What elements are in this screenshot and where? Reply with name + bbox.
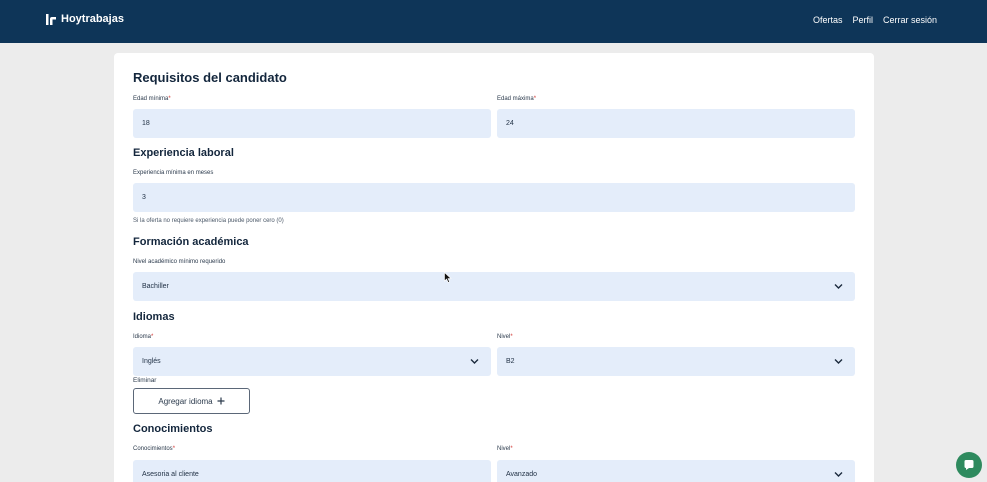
required-mark: * [172, 446, 176, 452]
section-title-idiomas: Idiomas [133, 311, 175, 323]
knowledge-level-label: Nivel* [497, 446, 513, 452]
section-title-experiencia: Experiencia laboral [133, 147, 234, 159]
chevron-down-icon [470, 359, 479, 364]
language-select[interactable]: Inglés [133, 347, 491, 376]
required-mark: * [510, 334, 513, 340]
language-level-value: B2 [506, 358, 515, 365]
education-value: Bachiller [142, 283, 169, 290]
required-mark: * [533, 96, 537, 102]
age-max-input[interactable]: 24 [497, 109, 855, 138]
age-min-value: 18 [142, 120, 150, 127]
chat-button[interactable] [956, 452, 982, 478]
nav-ofertas[interactable]: Ofertas [813, 15, 843, 25]
language-level-select[interactable]: B2 [497, 347, 855, 376]
knowledge-level-select[interactable]: Avanzado [497, 460, 855, 482]
section-title-formacion: Formación académica [133, 236, 249, 248]
add-language-label: Agregar idioma [158, 396, 213, 406]
education-label: Nivel académico mínimo requerido [133, 259, 226, 265]
main-nav: Ofertas Perfil Cerrar sesión [813, 15, 937, 25]
required-mark: * [510, 446, 513, 452]
section-title-conocimientos: Conocimientos [133, 423, 213, 435]
language-level-label: Nivel* [497, 334, 513, 340]
required-mark: * [151, 334, 154, 340]
chat-bubble-icon [964, 460, 974, 470]
knowledge-value: Asesoria al cliente [142, 471, 199, 478]
age-min-label: Edad mínima* [133, 96, 171, 102]
knowledge-level-value: Avanzado [506, 471, 538, 478]
hoytrabajas-logo-icon [46, 13, 57, 25]
mouse-pointer-icon [444, 272, 452, 283]
experience-input[interactable]: 3 [133, 183, 855, 212]
delete-language-link[interactable]: Eliminar [133, 377, 156, 384]
chevron-down-icon [834, 359, 843, 364]
nav-perfil[interactable]: Perfil [852, 15, 873, 25]
experience-value: 3 [142, 194, 146, 201]
age-max-label: Edad máxima* [497, 96, 537, 102]
knowledge-label: Conocimientos* [133, 446, 176, 452]
chevron-down-icon [834, 284, 843, 289]
nav-cerrar-sesion[interactable]: Cerrar sesión [883, 15, 937, 25]
brand[interactable]: Hoytrabajas [46, 13, 124, 25]
age-min-input[interactable]: 18 [133, 109, 491, 138]
experience-help-text: Si la oferta no requiere experiencia pue… [133, 218, 284, 224]
add-language-button[interactable]: Agregar idioma [133, 388, 250, 414]
age-max-value: 24 [506, 120, 514, 127]
education-select[interactable]: Bachiller [133, 272, 855, 301]
top-navigation-bar: Hoytrabajas Ofertas Perfil Cerrar sesión [0, 0, 987, 43]
brand-name: Hoytrabajas [61, 13, 124, 25]
section-title-requisitos: Requisitos del candidato [133, 70, 287, 85]
required-mark: * [168, 96, 171, 102]
experience-label: Experiencia mínima en meses [133, 170, 214, 176]
language-value: Inglés [142, 358, 161, 365]
plus-icon [217, 397, 225, 405]
knowledge-input[interactable]: Asesoria al cliente [133, 460, 491, 482]
chevron-down-icon [834, 472, 843, 477]
language-label: Idioma* [133, 334, 154, 340]
